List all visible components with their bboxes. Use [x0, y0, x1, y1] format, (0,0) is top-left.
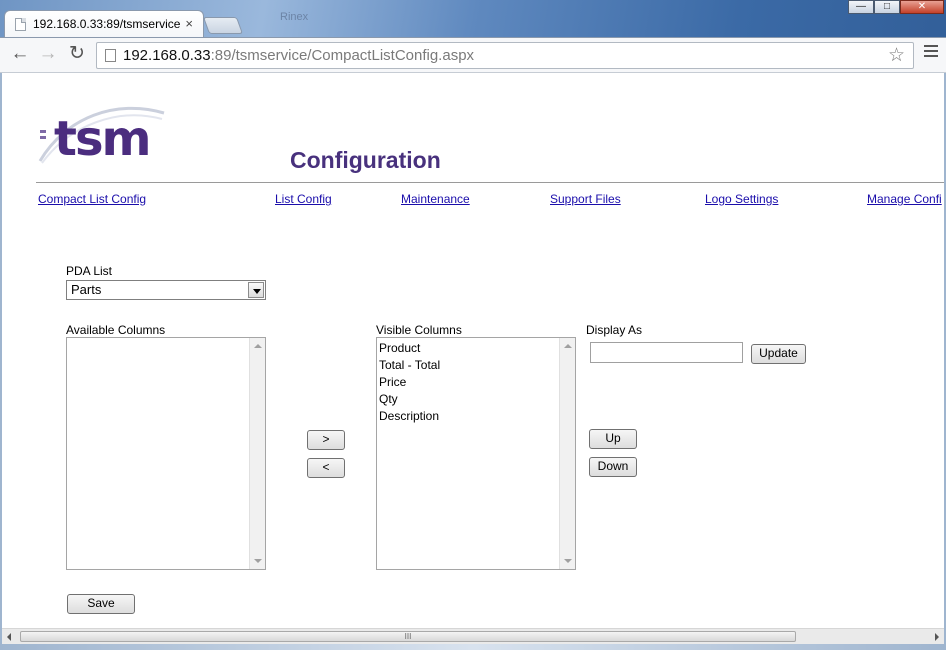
- available-columns-items: [67, 338, 265, 340]
- list-item[interactable]: Total - Total: [379, 357, 575, 374]
- minimize-button[interactable]: —: [848, 0, 874, 14]
- tab-title: 192.168.0.33:89/tsmservice: [33, 17, 181, 31]
- maximize-button[interactable]: □: [874, 0, 900, 14]
- chrome-menu-icon[interactable]: [924, 45, 938, 59]
- browser-toolbar: ← → ↻ 192.168.0.33:89/tsmservice/Compact…: [0, 37, 946, 73]
- scroll-right-icon[interactable]: [935, 633, 939, 641]
- list-item[interactable]: Qty: [379, 391, 575, 408]
- url-host: 192.168.0.33: [123, 47, 211, 64]
- nav-manage-config[interactable]: Manage Confi: [867, 192, 942, 206]
- logo-text: tsm: [54, 111, 152, 167]
- scrollbar-thumb[interactable]: III: [20, 631, 796, 642]
- scroll-down-icon[interactable]: [254, 559, 262, 563]
- close-tab-icon[interactable]: ×: [185, 16, 193, 31]
- url-path: :89/tsmservice/CompactListConfig.aspx: [210, 47, 475, 64]
- scroll-up-icon[interactable]: [254, 344, 262, 348]
- available-columns-list[interactable]: [66, 337, 266, 570]
- down-button[interactable]: Down: [589, 457, 637, 477]
- chevron-down-icon[interactable]: [248, 282, 264, 298]
- update-button[interactable]: Update: [751, 344, 806, 364]
- back-arrow-icon[interactable]: ←: [9, 44, 31, 66]
- pda-list-value: Parts: [71, 282, 102, 297]
- window-controls: — □ ✕: [848, 0, 944, 14]
- visible-columns-list[interactable]: Product Total - Total Price Qty Description: [376, 337, 576, 570]
- scroll-up-icon[interactable]: [564, 344, 572, 348]
- nav-list-config[interactable]: List Config: [275, 192, 332, 206]
- scroll-left-icon[interactable]: [7, 633, 11, 641]
- display-as-input[interactable]: [590, 342, 743, 363]
- background-window-title: Rinex: [280, 11, 309, 23]
- list-scrollbar[interactable]: [249, 338, 265, 569]
- page-icon: [15, 18, 26, 31]
- list-item[interactable]: Price: [379, 374, 575, 391]
- scroll-down-icon[interactable]: [564, 559, 572, 563]
- new-tab-button[interactable]: [202, 17, 244, 34]
- close-window-button[interactable]: ✕: [900, 0, 944, 14]
- nav-maintenance[interactable]: Maintenance: [401, 192, 470, 206]
- list-scrollbar[interactable]: [559, 338, 575, 569]
- title-bar: 192.168.0.33:89/tsmservice × Rinex — □ ✕: [0, 0, 946, 38]
- display-as-label: Display As: [586, 323, 643, 337]
- nav-compact-list-config[interactable]: Compact List Config: [38, 192, 146, 206]
- browser-tab[interactable]: 192.168.0.33:89/tsmservice ×: [4, 10, 204, 38]
- header-divider: [36, 182, 944, 183]
- list-item[interactable]: Description: [379, 408, 575, 425]
- page-icon: [105, 49, 116, 62]
- address-bar[interactable]: 192.168.0.33:89/tsmservice/CompactListCo…: [96, 42, 914, 69]
- horizontal-scrollbar[interactable]: III: [2, 628, 944, 644]
- nav-support-files[interactable]: Support Files: [550, 192, 621, 206]
- visible-columns-items: Product Total - Total Price Qty Description: [377, 338, 575, 425]
- move-right-button[interactable]: >: [307, 430, 345, 450]
- pda-list-label: PDA List: [66, 264, 113, 278]
- tsm-logo: tsm: [36, 97, 168, 167]
- reload-icon[interactable]: ↻: [66, 44, 88, 66]
- window-border-bottom: [0, 644, 946, 650]
- pda-list-select[interactable]: Parts: [66, 280, 266, 300]
- list-item[interactable]: Product: [379, 340, 575, 357]
- nav-logo-settings[interactable]: Logo Settings: [705, 192, 778, 206]
- available-columns-label: Available Columns: [66, 323, 166, 337]
- page-title: Configuration: [290, 147, 441, 173]
- forward-arrow-icon[interactable]: →: [37, 44, 59, 66]
- save-button[interactable]: Save: [67, 594, 135, 614]
- up-button[interactable]: Up: [589, 429, 637, 449]
- browser-window: 192.168.0.33:89/tsmservice × Rinex — □ ✕…: [0, 0, 946, 650]
- move-left-button[interactable]: <: [307, 458, 345, 478]
- bookmark-star-icon[interactable]: ☆: [888, 43, 905, 68]
- page-viewport: tsm Configuration Compact List Config Li…: [2, 73, 944, 628]
- visible-columns-label: Visible Columns: [376, 323, 462, 337]
